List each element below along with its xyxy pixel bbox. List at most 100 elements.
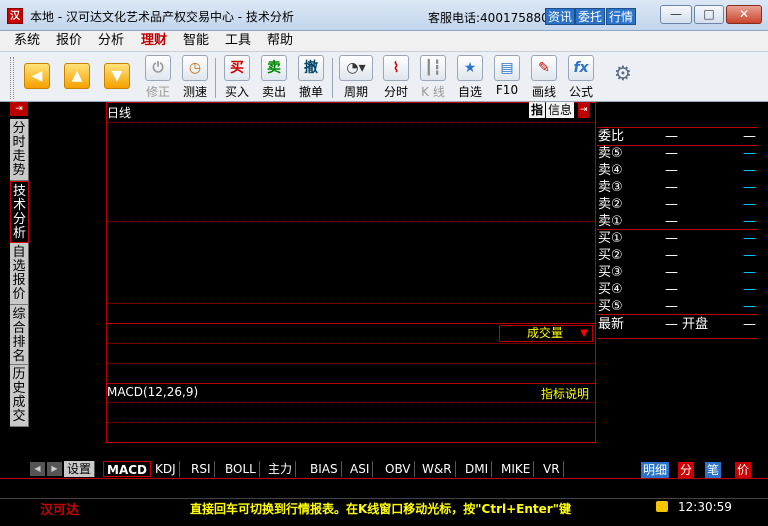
tab-wr[interactable]: W&R	[419, 461, 456, 477]
cancel-order-icon: 撤	[298, 55, 324, 81]
fix-label: 修正	[145, 85, 170, 99]
quote-value: —	[743, 282, 756, 297]
watchlist-button[interactable]: ★ 自选	[455, 55, 485, 101]
tab-kdj[interactable]: KDJ	[152, 461, 180, 477]
tab-technical-analysis[interactable]: 技术分析	[10, 181, 29, 243]
tab-mike[interactable]: MIKE	[498, 461, 535, 477]
buy-label: 买入	[224, 85, 249, 99]
index-tag-button[interactable]: 指	[529, 102, 546, 118]
exit-chart-icon[interactable]: ⇥	[578, 102, 590, 118]
minimize-button[interactable]: —	[660, 5, 692, 24]
sell-label: 卖出	[261, 85, 286, 99]
chevron-down-icon: ▼	[580, 328, 588, 339]
tab-obv[interactable]: OBV	[382, 461, 415, 477]
tab-bias[interactable]: BIAS	[307, 461, 342, 477]
cancel-order-button[interactable]: 撤 撤单	[296, 55, 326, 101]
back-button[interactable]: ◀	[22, 55, 52, 101]
quote-label: 卖④	[598, 163, 623, 178]
app-logo-icon: 汉	[7, 8, 23, 24]
tab-settings[interactable]: 设置	[64, 461, 96, 477]
tab-asi[interactable]: ASI	[347, 461, 374, 477]
tab-watchlist-quote[interactable]: 自选报价	[10, 243, 29, 305]
menu-system[interactable]: 系统	[14, 32, 40, 49]
quote-value: —	[665, 231, 678, 246]
scroll-right-icon[interactable]: ▶	[47, 462, 62, 476]
tab-dmi[interactable]: DMI	[462, 461, 493, 477]
close-button[interactable]: ✕	[726, 5, 762, 24]
volume-indicator-select[interactable]: 成交量 ▼	[499, 325, 593, 342]
quote-label: 卖⑤	[598, 146, 623, 161]
buy-button[interactable]: 买 买入	[222, 55, 252, 101]
kline-label: K 线	[421, 85, 445, 99]
volume-select-label: 成交量	[527, 326, 564, 340]
tab-rsi[interactable]: RSI	[188, 461, 215, 477]
quote-value: —	[743, 214, 756, 229]
draw-line-button[interactable]: ✎ 画线	[529, 55, 559, 101]
menu-help[interactable]: 帮助	[267, 32, 293, 49]
kline-button[interactable]: ┃┇ K 线	[418, 55, 448, 101]
quote-row: 最新 — 开盘 —	[597, 316, 757, 333]
tab-trades[interactable]: 笔	[705, 462, 722, 478]
order-link[interactable]: 委托	[575, 8, 606, 25]
tab-boll[interactable]: BOLL	[222, 461, 260, 477]
quote-row: 委比 — —	[597, 128, 757, 145]
quote-label: 委比	[598, 129, 625, 144]
quote-row: 买② — —	[597, 247, 757, 264]
fix-button[interactable]: ⏻ 修正	[143, 55, 173, 101]
f10-label: F10	[495, 83, 519, 97]
timeshare-label: 分时	[383, 85, 408, 99]
tab-ranking[interactable]: 综合排名	[10, 305, 29, 365]
toolbar-separator	[332, 58, 333, 98]
menu-smart[interactable]: 智能	[183, 32, 209, 49]
tab-timeshare[interactable]: 分时走势	[10, 119, 29, 181]
tab-history-trades[interactable]: 历史成交	[10, 365, 29, 427]
bell-icon[interactable]	[656, 501, 668, 512]
menu-tools[interactable]: 工具	[225, 32, 251, 49]
menu-quote[interactable]: 报价	[56, 32, 82, 49]
quote-value: —	[743, 180, 756, 195]
tab-vr[interactable]: VR	[540, 461, 564, 477]
quote-row: 卖① — —	[597, 213, 757, 230]
info-tag-button[interactable]: 信息	[546, 102, 575, 118]
quote-value: — 开盘	[665, 317, 709, 332]
buy-icon: 买	[224, 55, 250, 81]
tab-macd[interactable]: MACD	[103, 461, 151, 477]
quote-value: —	[743, 299, 756, 314]
grid-line	[107, 303, 595, 304]
timeshare-button[interactable]: ⌇ 分时	[381, 55, 411, 101]
line-chart-icon: ⌇	[383, 55, 409, 81]
macd-label: MACD(12,26,9)	[107, 385, 199, 399]
sell-button[interactable]: 卖 卖出	[259, 55, 289, 101]
down-button[interactable]: ▼	[102, 55, 132, 101]
indicator-help-link[interactable]: 指标说明	[541, 385, 589, 402]
menu-analysis[interactable]: 分析	[98, 32, 124, 49]
quote-label: 卖②	[598, 197, 623, 212]
quote-row: 买① — —	[597, 230, 757, 247]
period-button[interactable]: ◔▾ 周期	[338, 55, 374, 101]
quote-row: 买③ — —	[597, 264, 757, 281]
toolbar-grip[interactable]	[10, 57, 14, 99]
menu-bar: 系统 报价 分析 理财 智能 工具 帮助	[0, 31, 768, 51]
exit-side-icon[interactable]: ⇥	[10, 102, 28, 116]
quote-row: 卖④ — —	[597, 162, 757, 179]
tab-detail[interactable]: 明细	[641, 462, 670, 478]
news-link[interactable]: 资讯	[545, 8, 576, 25]
tab-main-force[interactable]: 主力	[265, 461, 297, 477]
tab-minute[interactable]: 分	[678, 462, 695, 478]
up-button[interactable]: ▲	[62, 55, 92, 101]
pane-divider	[107, 383, 595, 384]
maximize-button[interactable]: □	[694, 5, 724, 24]
speed-test-button[interactable]: ◷ 测速	[180, 55, 210, 101]
quote-row: 卖② — —	[597, 196, 757, 213]
grid-line	[107, 422, 595, 423]
toolbar-separator	[215, 58, 216, 98]
tab-price[interactable]: 价	[735, 462, 752, 478]
menu-finance[interactable]: 理财	[141, 32, 167, 49]
quotes-link[interactable]: 行情	[606, 8, 637, 25]
quote-value: —	[665, 197, 678, 212]
settings-button[interactable]: ⚙	[608, 55, 638, 101]
f10-button[interactable]: ▤ F10	[492, 55, 522, 101]
scroll-left-icon[interactable]: ◀	[30, 462, 45, 476]
pencil-icon: ✎	[531, 55, 557, 81]
formula-button[interactable]: fx 公式	[566, 55, 596, 101]
